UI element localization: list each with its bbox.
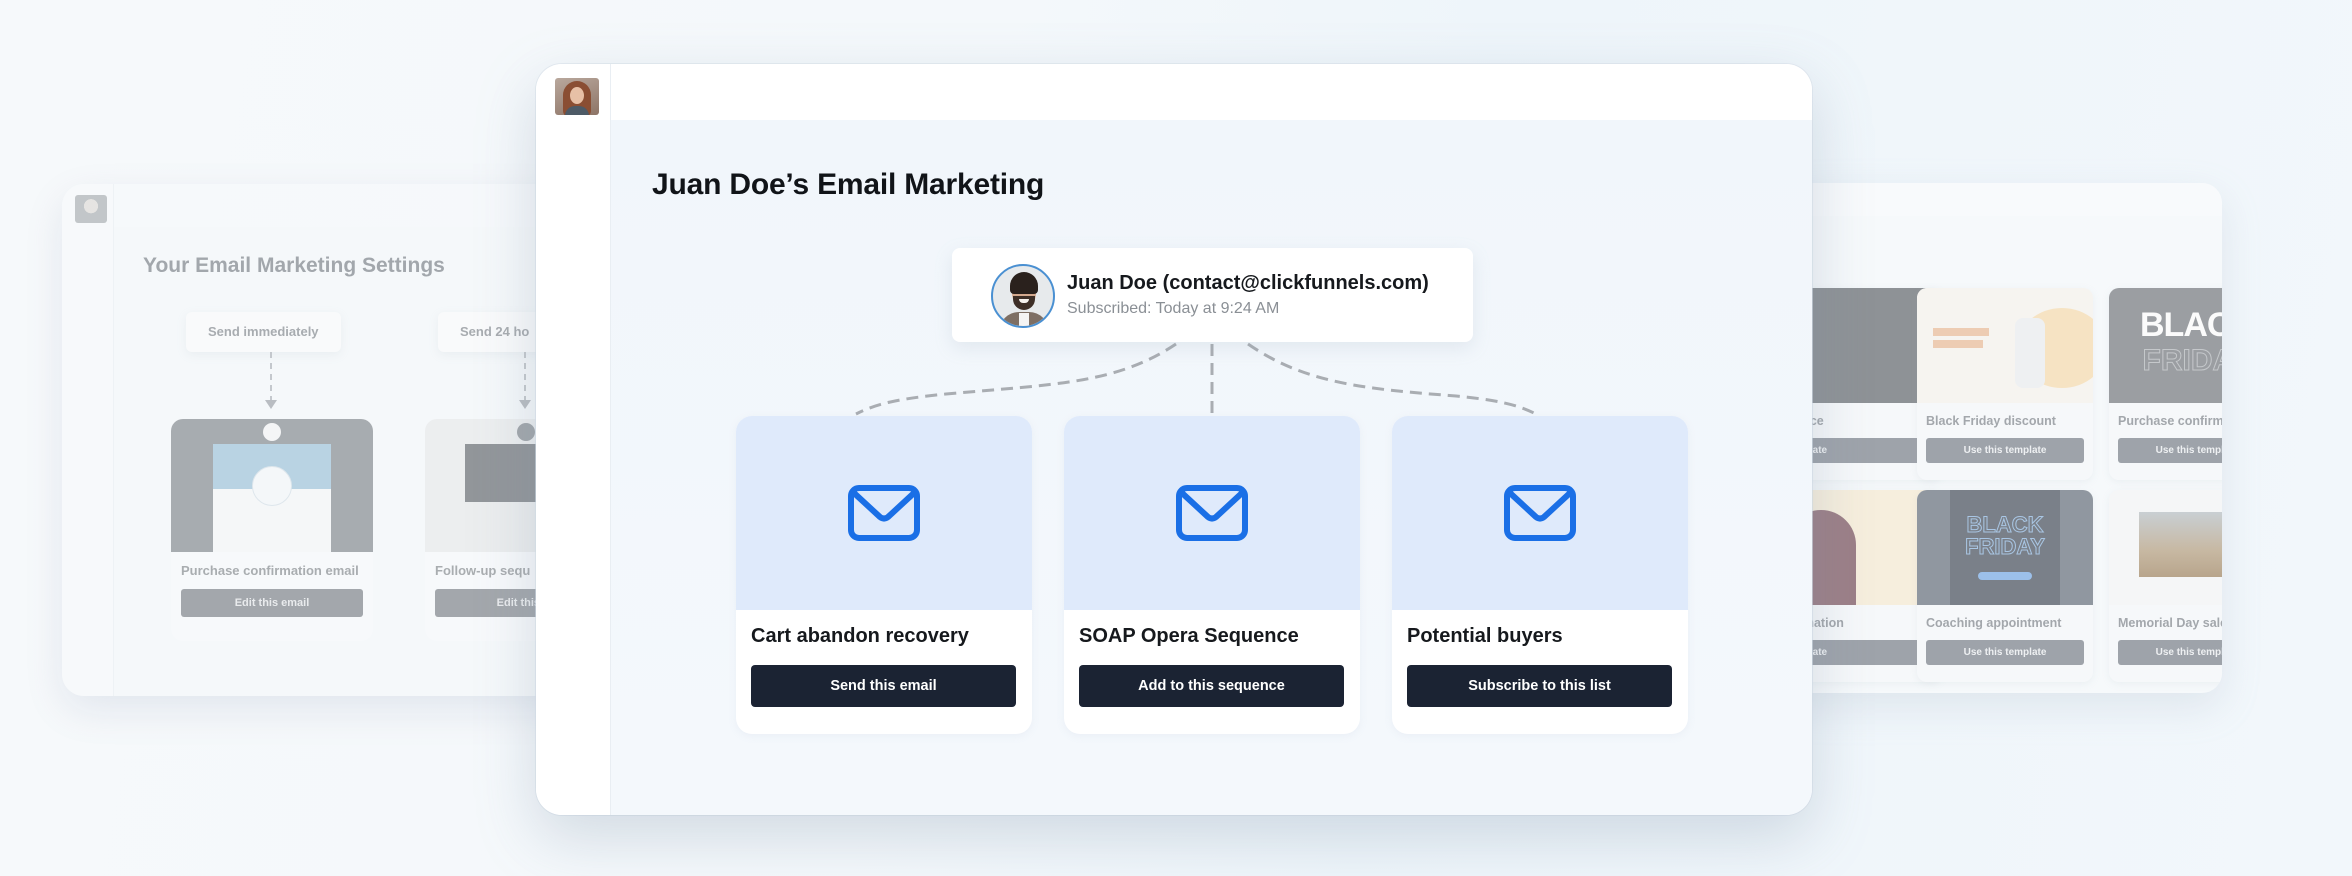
email-card: Purchase confirmation email Edit this em… [171, 419, 373, 641]
use-template-button[interactable]: Use this template [1926, 438, 2084, 463]
logo-icon [263, 423, 281, 441]
connector-line [270, 352, 272, 402]
contact-name: Juan Doe (contact@clickfunnels.com) [1067, 272, 1429, 294]
send-email-button[interactable]: Send this email [751, 665, 1016, 707]
background-templates-window: erce template Black Friday discount Use … [1782, 183, 2222, 693]
card-thumbnail [736, 416, 1032, 610]
email-thumbnail [171, 419, 373, 552]
card-title: Potential buyers [1407, 625, 1563, 647]
action-card-soap-opera: SOAP Opera Sequence Add to this sequence [1064, 416, 1360, 734]
card-thumbnail [1064, 416, 1360, 610]
email-card-title: Purchase confirmation email [181, 563, 359, 578]
envelope-icon [1176, 485, 1248, 541]
template-title: Coaching appointment [1926, 616, 2062, 630]
use-template-button[interactable]: Use this template [2118, 438, 2222, 463]
template-card: Memorial Day sale Use this template [2109, 490, 2222, 682]
template-thumbnail: BLACK FRIDAY [1917, 490, 2093, 605]
envelope-icon [848, 485, 920, 541]
use-template-button[interactable]: Use this template [1926, 640, 2084, 665]
add-to-sequence-button[interactable]: Add to this sequence [1079, 665, 1344, 707]
action-card-potential-buyers: Potential buyers Subscribe to this list [1392, 416, 1688, 734]
contact-card[interactable]: Juan Doe (contact@clickfunnels.com) Subs… [952, 248, 1473, 342]
logo-icon [517, 423, 535, 441]
connector-line [524, 352, 526, 402]
settings-title: Your Email Marketing Settings [143, 254, 445, 277]
template-card: BLACK FRIDAY Purchase confirmation Use t… [2109, 288, 2222, 480]
template-thumbnail [2109, 490, 2222, 605]
email-marketing-window: Juan Doe’s Email Marketing Juan Doe (con… [536, 64, 1812, 815]
trigger-send-24h: Send 24 ho [438, 312, 552, 352]
action-card-cart-abandon: Cart abandon recovery Send this email [736, 416, 1032, 734]
cocktail-icon [252, 466, 292, 506]
subscribe-to-list-button[interactable]: Subscribe to this list [1407, 665, 1672, 707]
sidebar [62, 184, 114, 696]
arrow-down-icon [519, 400, 531, 409]
card-thumbnail [1392, 416, 1688, 610]
template-title: Memorial Day sale [2118, 616, 2222, 630]
top-bar [1782, 183, 2222, 216]
card-title: Cart abandon recovery [751, 625, 969, 647]
thumbnail-text: FRIDAY [1965, 534, 2046, 559]
contact-avatar [991, 264, 1055, 328]
avatar [75, 195, 107, 223]
top-bar [611, 64, 1812, 120]
subscribed-timestamp: Subscribed: Today at 9:24 AM [1067, 300, 1280, 317]
user-avatar[interactable] [555, 78, 599, 115]
arrow-down-icon [265, 400, 277, 409]
template-title: Purchase confirmation [2118, 414, 2222, 428]
background-settings-window: Your Email Marketing Settings Send immed… [62, 184, 582, 696]
template-card: Black Friday discount Use this template [1917, 288, 2093, 480]
template-thumbnail [1917, 288, 2093, 403]
edit-email-button[interactable]: Edit this email [181, 589, 363, 617]
template-thumbnail: BLACK FRIDAY [2109, 288, 2222, 403]
page-title: Juan Doe’s Email Marketing [652, 168, 1045, 201]
envelope-icon [1504, 485, 1576, 541]
template-card: BLACK FRIDAY Coaching appointment Use thi… [1917, 490, 2093, 682]
trigger-send-immediately: Send immediately [186, 312, 341, 352]
use-template-button[interactable]: Use this template [2118, 640, 2222, 665]
template-title: Black Friday discount [1926, 414, 2056, 428]
sidebar [536, 64, 611, 815]
thumbnail-text: FRIDAY [2142, 344, 2222, 378]
card-title: SOAP Opera Sequence [1079, 625, 1299, 647]
thumbnail-text: BLACK [2140, 306, 2222, 344]
